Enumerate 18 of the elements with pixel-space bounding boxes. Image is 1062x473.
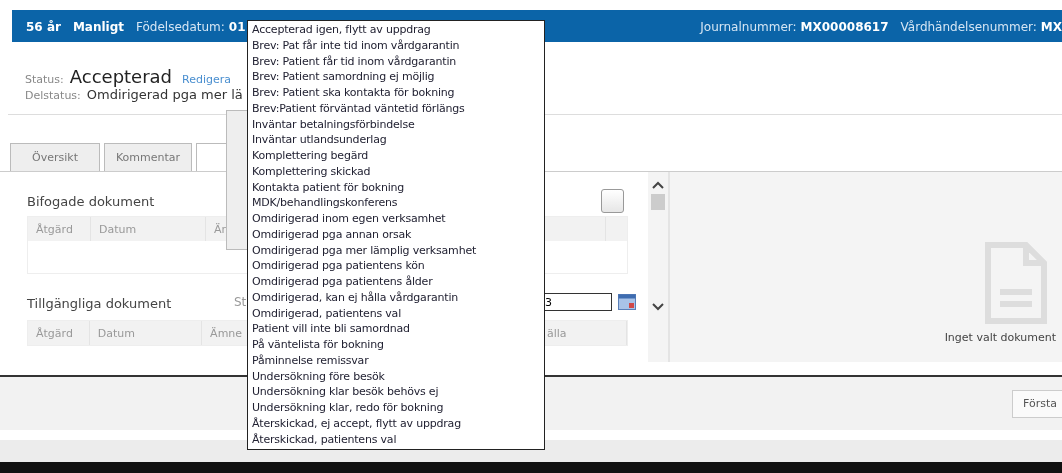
- column-header: Åtgärd: [28, 321, 90, 345]
- empty-preview-text: Inget valt dokument: [944, 331, 1056, 344]
- section-title: Tillgängliga dokument: [27, 295, 172, 311]
- sex-text: Manligt: [72, 20, 125, 34]
- event-number-value: MX: [1040, 20, 1062, 34]
- event-number-label: Vårdhändelsenummer:: [900, 20, 1037, 34]
- status-value: Accepterad: [69, 66, 173, 87]
- column-header: Datum: [89, 321, 203, 345]
- substatus-label: Delstatus:: [25, 89, 81, 102]
- birth-date-label: Födelsedatum:: [136, 20, 225, 34]
- journal-value: MX00008617: [800, 20, 889, 34]
- substatus-value: Omdirigerad pga mer lä: [86, 87, 243, 102]
- journal-label: Journalnummer:: [700, 20, 797, 34]
- status-label: Status:: [25, 73, 64, 86]
- section-title: Bifogade dokument: [27, 193, 155, 209]
- age-text: 56 år: [26, 20, 61, 34]
- birth-date-value: 01: [228, 20, 246, 34]
- filter-label: St: [234, 295, 247, 309]
